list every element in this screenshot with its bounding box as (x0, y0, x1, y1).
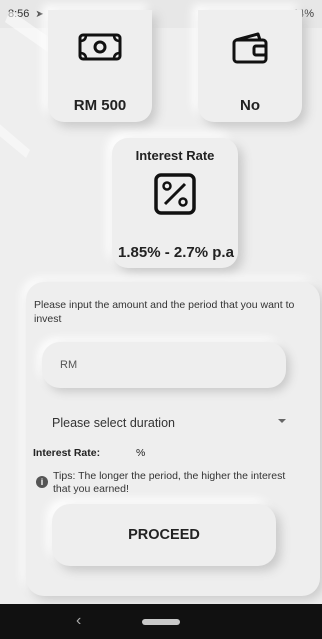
wallet-icon (198, 32, 302, 64)
home-pill-icon[interactable] (142, 619, 180, 625)
percent-icon (112, 172, 238, 216)
proceed-button[interactable]: PROCEED (52, 504, 276, 566)
min-amount-value: RM 500 (73, 97, 127, 114)
interest-rate-value: 1.85% - 2.7% p.a (118, 244, 234, 261)
back-icon[interactable]: ‹ (76, 612, 81, 630)
cash-icon (48, 32, 152, 62)
min-amount-card: RM 500 (48, 10, 152, 122)
info-icon: i (36, 476, 48, 488)
interest-rate-result: % (136, 447, 146, 459)
amount-field[interactable] (42, 342, 286, 388)
duration-select[interactable]: Please select duration (52, 413, 296, 433)
navigation-icon: ➤ (35, 8, 44, 20)
dropdown-caret-icon (278, 419, 286, 423)
amount-input[interactable] (60, 359, 260, 371)
system-nav-bar: ‹ (0, 604, 322, 639)
interest-rate-title: Interest Rate (135, 148, 215, 163)
form-instruction: Please input the amount and the period t… (34, 299, 295, 325)
tips-text: Tips: The longer the period, the higher … (53, 470, 286, 495)
duration-select-label: Please select duration (52, 416, 175, 430)
status-time: 8:56 (8, 8, 30, 20)
refundable-value: No (240, 97, 260, 114)
refundable-card: No (198, 10, 302, 122)
interest-rate-label: Interest Rate: (33, 447, 101, 459)
